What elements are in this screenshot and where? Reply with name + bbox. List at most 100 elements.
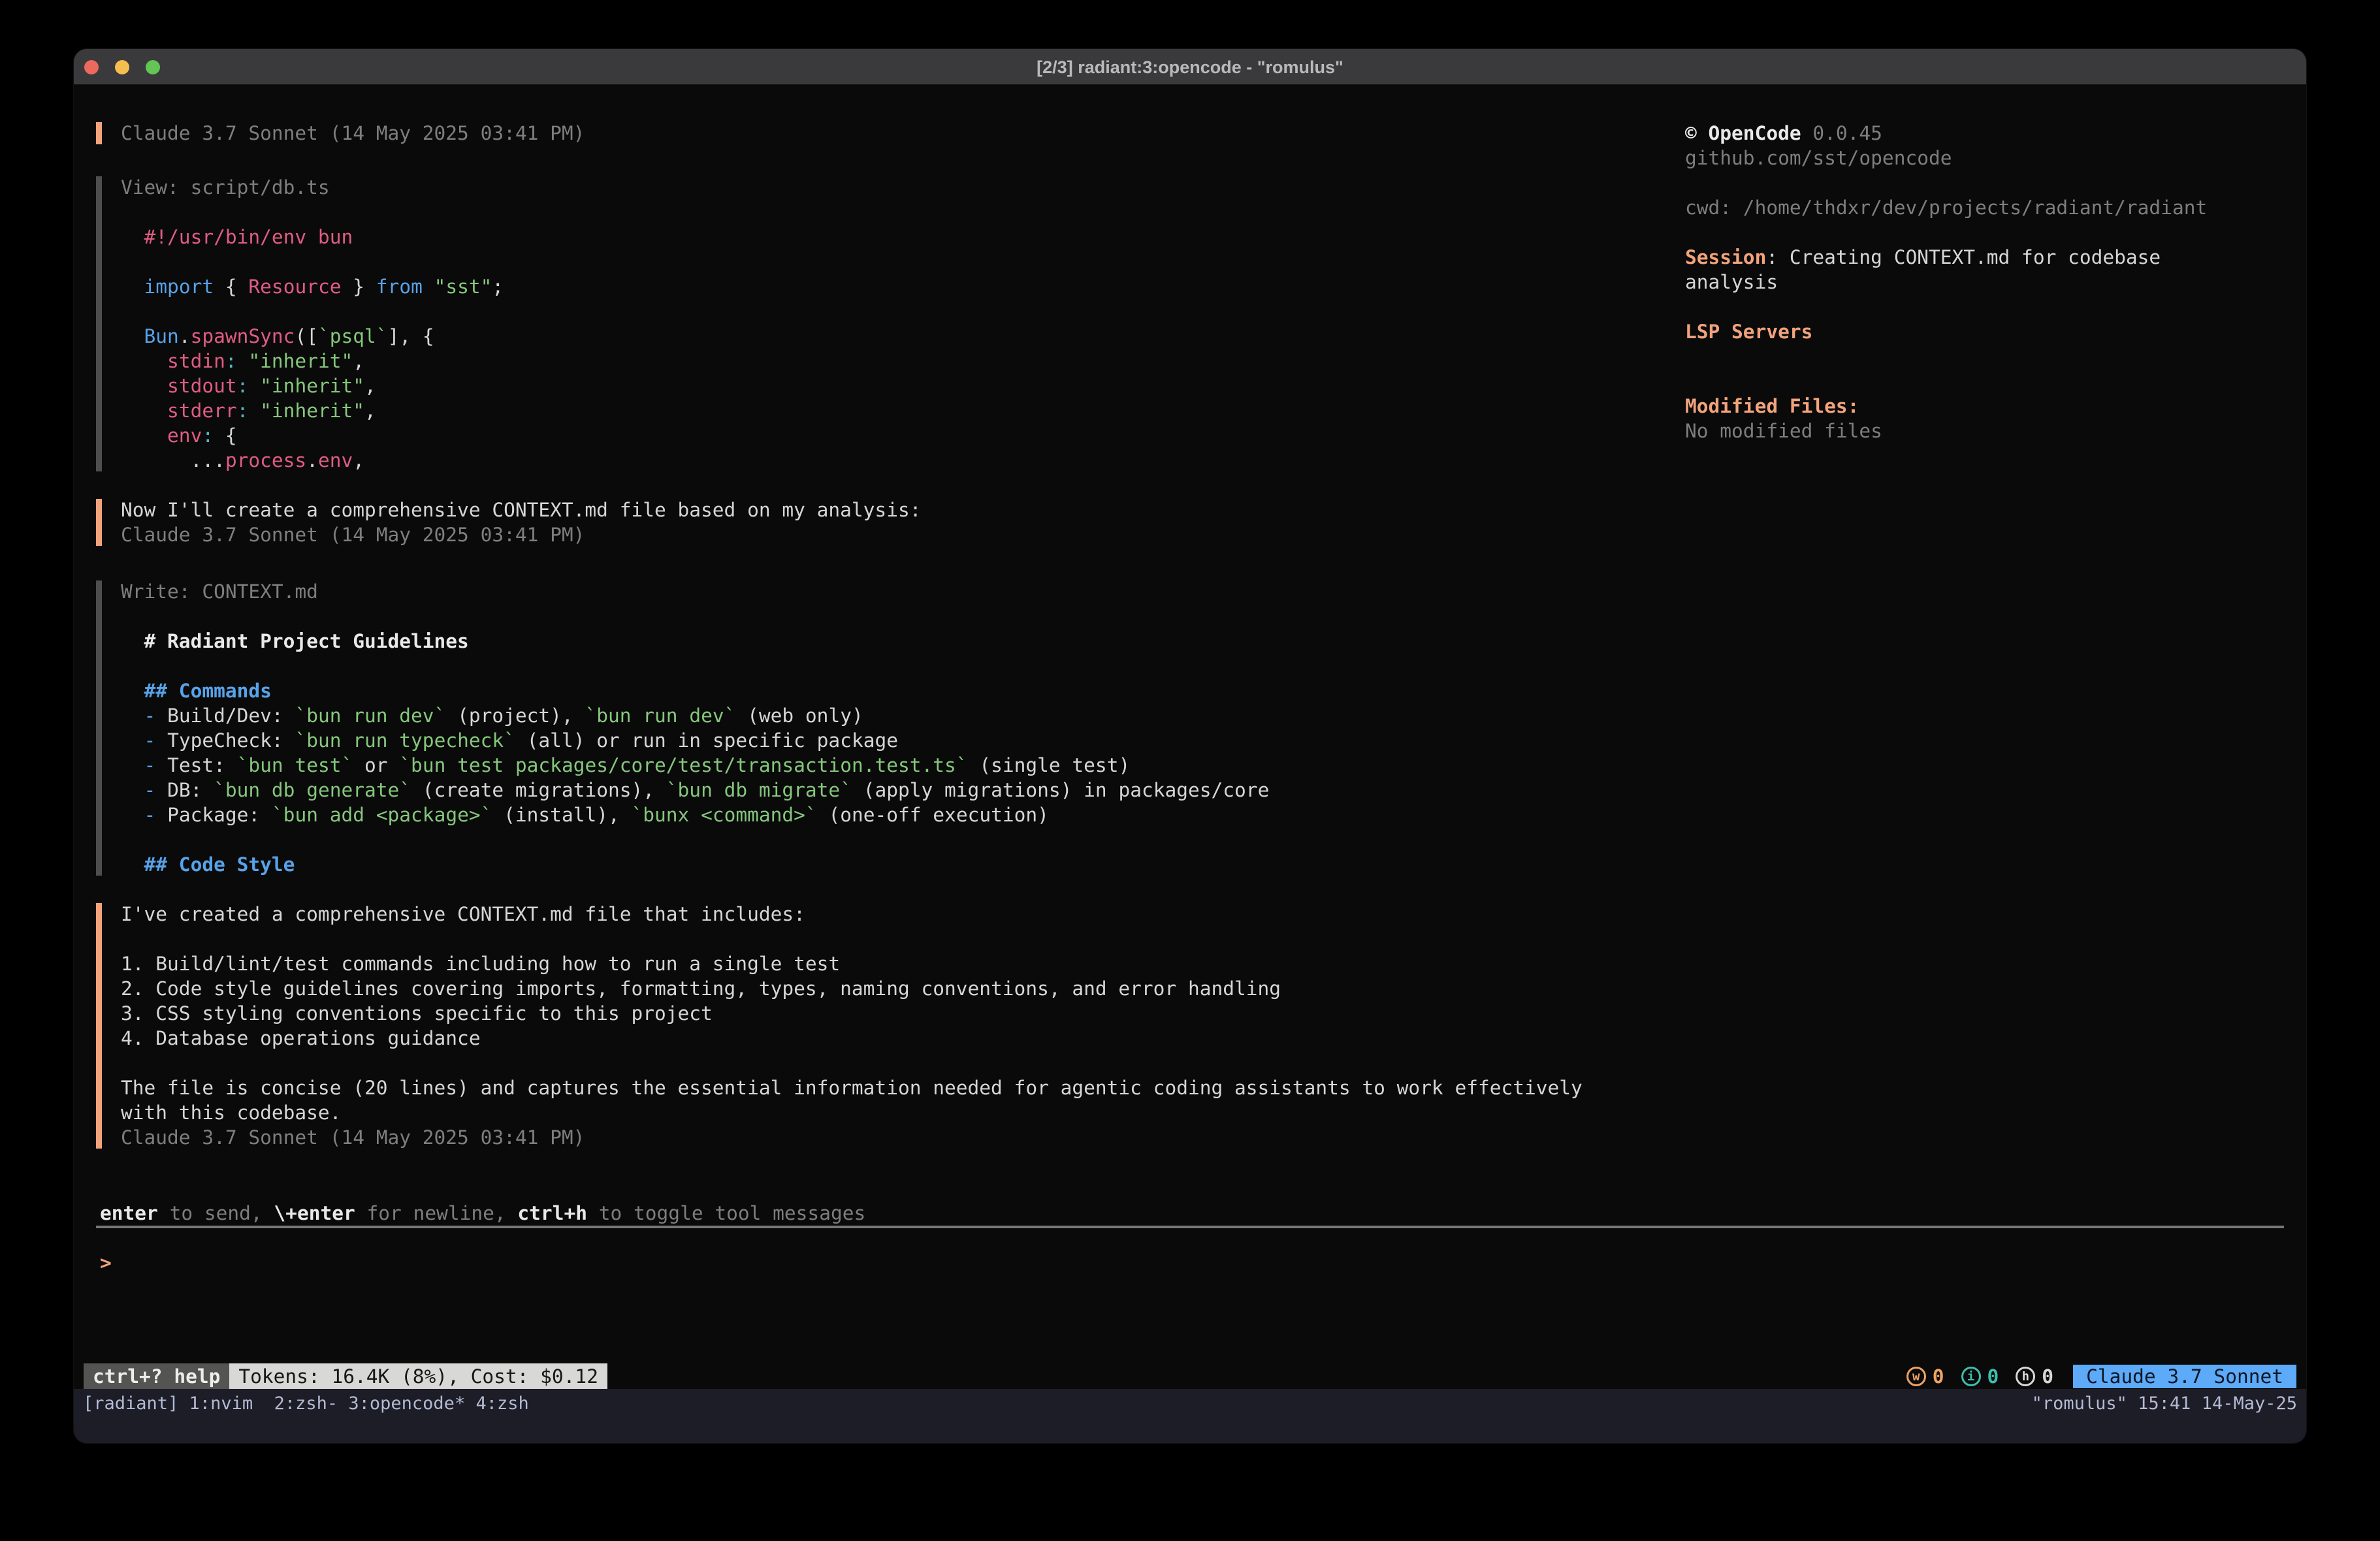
text-segment: -: [144, 729, 168, 752]
tmux-host-time: "romulus" 15:41 14-May-25: [2032, 1391, 2297, 1417]
transcript-line: - DB: `bun db generate` (create migratio…: [121, 778, 1269, 802]
text-segment: `bun run dev`: [295, 705, 445, 727]
text-segment: "inherit": [260, 375, 364, 397]
window-titlebar: [2/3] radiant:3:opencode - "romulus": [74, 49, 2306, 85]
transcript-line: Now I'll create a comprehensive CONTEXT.…: [121, 498, 921, 522]
transcript-line: Claude 3.7 Sonnet (14 May 2025 03:41 PM): [121, 522, 921, 547]
text-segment: © OpenCode: [1685, 122, 1801, 144]
text-segment: [121, 350, 167, 372]
transcript-line: - Build/Dev: `bun run dev` (project), `b…: [121, 703, 1269, 728]
transcript-line: [121, 604, 1269, 629]
transcript-line: Bun.spawnSync([`psql`], {: [121, 324, 504, 349]
text-segment: -: [144, 754, 168, 776]
text-segment: [248, 400, 260, 422]
text-segment: View: script/db.ts: [121, 176, 330, 199]
text-segment: ## Code Style: [121, 853, 295, 876]
model-badge: Claude 3.7 Sonnet: [2073, 1365, 2296, 1388]
transcript-line: [121, 299, 504, 324]
tmux-window-list[interactable]: [radiant] 1:nvim 2:zsh- 3:opencode* 4:zs…: [83, 1391, 529, 1417]
text-segment: spawnSync: [191, 325, 295, 347]
transcript-line: 1. Build/lint/test commands including ho…: [121, 951, 1583, 976]
text-segment: 0.0.45: [1801, 122, 1882, 144]
text-segment: [121, 729, 144, 752]
text-segment: (apply migrations) in packages/core: [852, 779, 1269, 801]
text-segment: :: [225, 350, 237, 372]
text-segment: }: [342, 276, 376, 298]
minimize-button[interactable]: [115, 60, 129, 74]
text-segment: :: [237, 400, 249, 422]
sidebar-line: analysis: [1685, 270, 1778, 294]
text-segment: enter: [100, 1202, 158, 1224]
input-divider: [96, 1226, 2284, 1228]
transcript-line: - Package: `bun add <package>` (install)…: [121, 802, 1269, 827]
transcript-line: 4. Database operations guidance: [121, 1026, 1583, 1051]
transcript-line: View: script/db.ts: [121, 175, 504, 200]
text-segment: ctrl+h: [517, 1202, 587, 1224]
text-segment: 4. Database operations guidance: [121, 1027, 481, 1049]
text-segment: DB:: [167, 779, 214, 801]
text-segment: cwd: /home/thdxr/dev/projects/radiant/ra…: [1685, 197, 2207, 219]
text-segment: TypeCheck:: [167, 729, 295, 752]
text-segment: [121, 424, 167, 447]
message-input[interactable]: >: [100, 1250, 2281, 1275]
text-segment: (one-off execution): [817, 804, 1049, 826]
text-segment: ([: [295, 325, 318, 347]
text-segment: \+enter: [274, 1202, 355, 1224]
text-segment: #!/usr/bin/env bun: [121, 226, 353, 248]
text-segment: (create migrations),: [411, 779, 666, 801]
text-segment: [121, 705, 144, 727]
text-segment: I've created a comprehensive CONTEXT.md …: [121, 903, 805, 925]
sidebar-line: github.com/sst/opencode: [1685, 146, 1952, 170]
text-segment: {: [214, 276, 248, 298]
text-segment: stderr: [167, 400, 237, 422]
transcript-line: [121, 927, 1583, 951]
text-segment: `bun run dev`: [585, 705, 735, 727]
text-segment: -: [144, 804, 168, 826]
text-segment: 1. Build/lint/test commands including ho…: [121, 953, 840, 975]
text-segment: (project),: [445, 705, 585, 727]
text-segment: {: [214, 424, 237, 447]
text-segment: ,: [364, 375, 376, 397]
transcript-line: [121, 1051, 1583, 1075]
transcript-line: - Test: `bun test` or `bun test packages…: [121, 753, 1269, 778]
message-accent-bar: [96, 499, 102, 546]
sidebar-line: cwd: /home/thdxr/dev/projects/radiant/ra…: [1685, 195, 2207, 220]
text-segment: to toggle tool messages: [587, 1202, 865, 1224]
text-segment: ,: [353, 350, 364, 372]
prompt-caret: >: [100, 1252, 112, 1274]
text-segment: (all) or run in specific package: [515, 729, 898, 752]
transcript-line: [121, 200, 504, 225]
transcript-line: # Radiant Project Guidelines: [121, 629, 1269, 654]
tmux-status-bar: [radiant] 1:nvim 2:zsh- 3:opencode* 4:zs…: [74, 1389, 2306, 1443]
text-segment: [121, 375, 167, 397]
tool-accent-bar: [96, 176, 102, 471]
text-segment: Now I'll create a comprehensive CONTEXT.…: [121, 499, 921, 521]
text-segment: ,: [364, 400, 376, 422]
text-segment: Modified Files:: [1685, 395, 1859, 417]
text-segment: Test:: [167, 754, 237, 776]
tool-accent-bar: [96, 580, 102, 876]
text-segment: ,: [353, 449, 364, 471]
message-accent-bar: [96, 903, 102, 1149]
text-segment: "sst": [434, 276, 492, 298]
diagnostic-count: 0: [1987, 1365, 1999, 1388]
close-button[interactable]: [84, 60, 99, 74]
text-segment: LSP Servers: [1685, 321, 1812, 343]
hint-count-icon: h: [2016, 1367, 2035, 1386]
text-segment: (install),: [492, 804, 631, 826]
transcript-line: [121, 249, 504, 274]
text-segment: import: [144, 276, 214, 298]
sidebar-line: Session: Creating CONTEXT.md for codebas…: [1685, 245, 2161, 270]
tokens-cost-chip: Tokens: 16.4K (8%), Cost: $0.12: [229, 1363, 607, 1390]
maximize-button[interactable]: [146, 60, 160, 74]
transcript-line: [121, 654, 1269, 678]
transcript-line: - TypeCheck: `bun run typecheck` (all) o…: [121, 728, 1269, 753]
text-segment: [121, 400, 167, 422]
transcript-line: [121, 827, 1269, 852]
text-segment: `bun db generate`: [214, 779, 411, 801]
warning-count-icon: w: [1906, 1367, 1926, 1386]
text-segment: or: [353, 754, 399, 776]
transcript-line: ## Code Style: [121, 852, 1269, 877]
transcript-line: 2. Code style guidelines covering import…: [121, 976, 1583, 1001]
text-segment: stdin: [167, 350, 225, 372]
